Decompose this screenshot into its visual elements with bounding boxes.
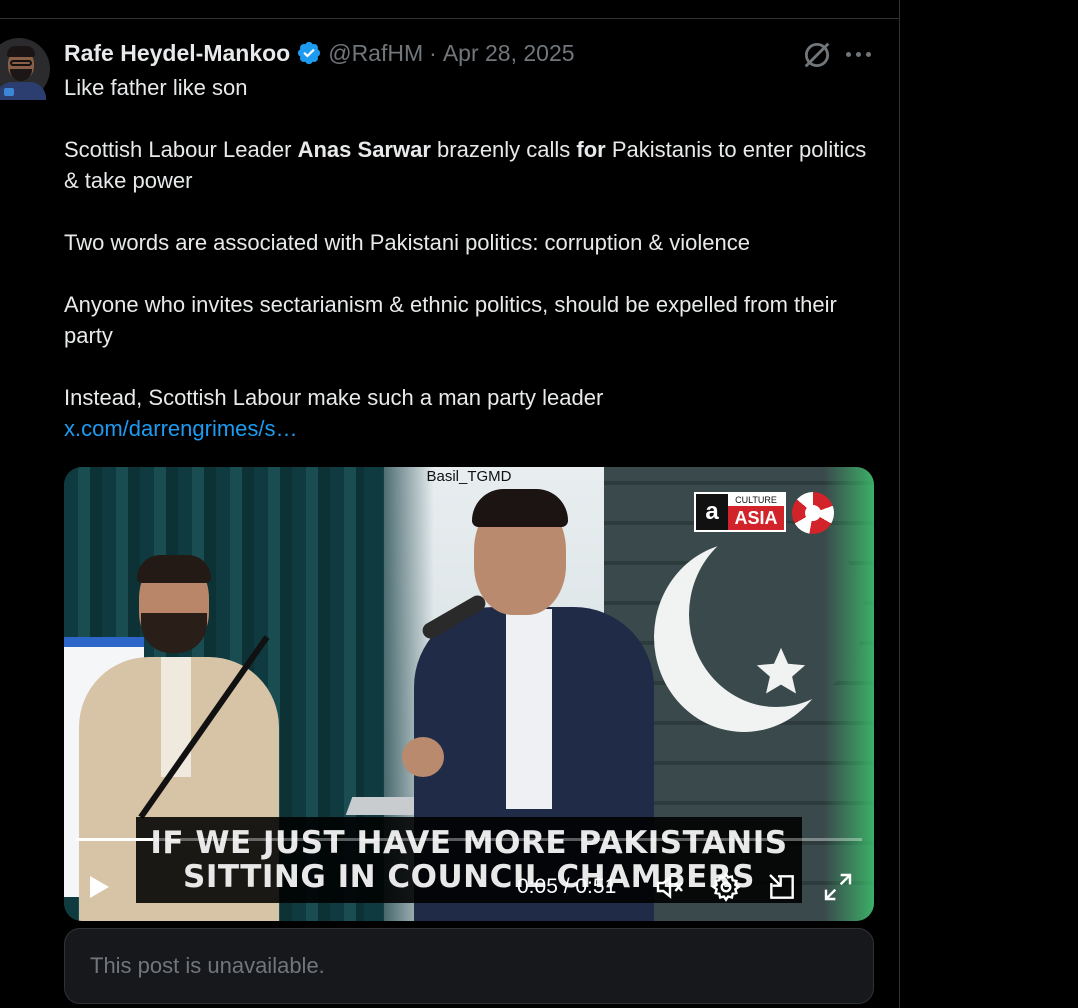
post-text: Like father like son Scottish Labour Lea… [64, 72, 880, 444]
author-handle[interactable]: @RafHM [328, 40, 423, 67]
post-text-paragraph: Two words are associated with Pakistani … [64, 230, 750, 255]
fullscreen-icon[interactable] [822, 871, 854, 903]
bold-name: Anas Sarwar [297, 137, 431, 162]
verified-badge-icon[interactable] [296, 40, 322, 66]
video-time: 0:05 / 0:51 [517, 875, 617, 898]
star-icon [756, 647, 806, 694]
header-separator: · [429, 39, 437, 66]
play-icon[interactable] [88, 875, 110, 899]
quoted-post-unavailable-text: This post is unavailable. [90, 953, 325, 978]
post-text-paragraph: Instead, Scottish Labour make such a man… [64, 385, 604, 410]
grok-icon[interactable] [800, 38, 834, 72]
settings-gear-icon[interactable] [710, 871, 742, 903]
post-header: Rafe Heydel-Mankoo @RafHM · Apr 28, 2025 [64, 38, 575, 68]
post-link[interactable]: x.com/darrengrimes/s… [64, 416, 298, 441]
video-player[interactable]: Basil_TGMD a CULTURE ASIA IF WE JUST HAV… [64, 467, 874, 921]
more-options-icon[interactable] [846, 46, 872, 62]
post-date[interactable]: Apr 28, 2025 [443, 40, 575, 67]
picture-in-picture-icon[interactable] [766, 871, 798, 903]
video-controls: 0:05 / 0:51 [64, 867, 874, 907]
video-progress-bar[interactable] [76, 838, 862, 841]
bold-word: for [576, 137, 606, 162]
culture-asia-logo: a CULTURE ASIA [694, 492, 786, 532]
post-text-paragraph: Anyone who invites sectarianism & ethnic… [64, 292, 837, 348]
mute-icon[interactable] [654, 871, 686, 903]
quoted-post-card[interactable]: This post is unavailable. [64, 928, 874, 1004]
caption-line: IF WE JUST HAVE MORE PAKISTANIS [150, 825, 788, 861]
divider [0, 18, 899, 19]
post-text-paragraph: Scottish Labour Leader Anas Sarwar braze… [64, 137, 867, 193]
timeline-column: Rafe Heydel-Mankoo @RafHM · Apr 28, 2025… [0, 0, 900, 1008]
video-progress-fill [76, 838, 154, 841]
author-name[interactable]: Rafe Heydel-Mankoo [64, 40, 290, 67]
video-watermark: Basil_TGMD [426, 468, 512, 485]
avatar[interactable] [0, 38, 50, 100]
logo-ring-icon [792, 492, 834, 534]
post-text-line: Like father like son [64, 75, 248, 100]
